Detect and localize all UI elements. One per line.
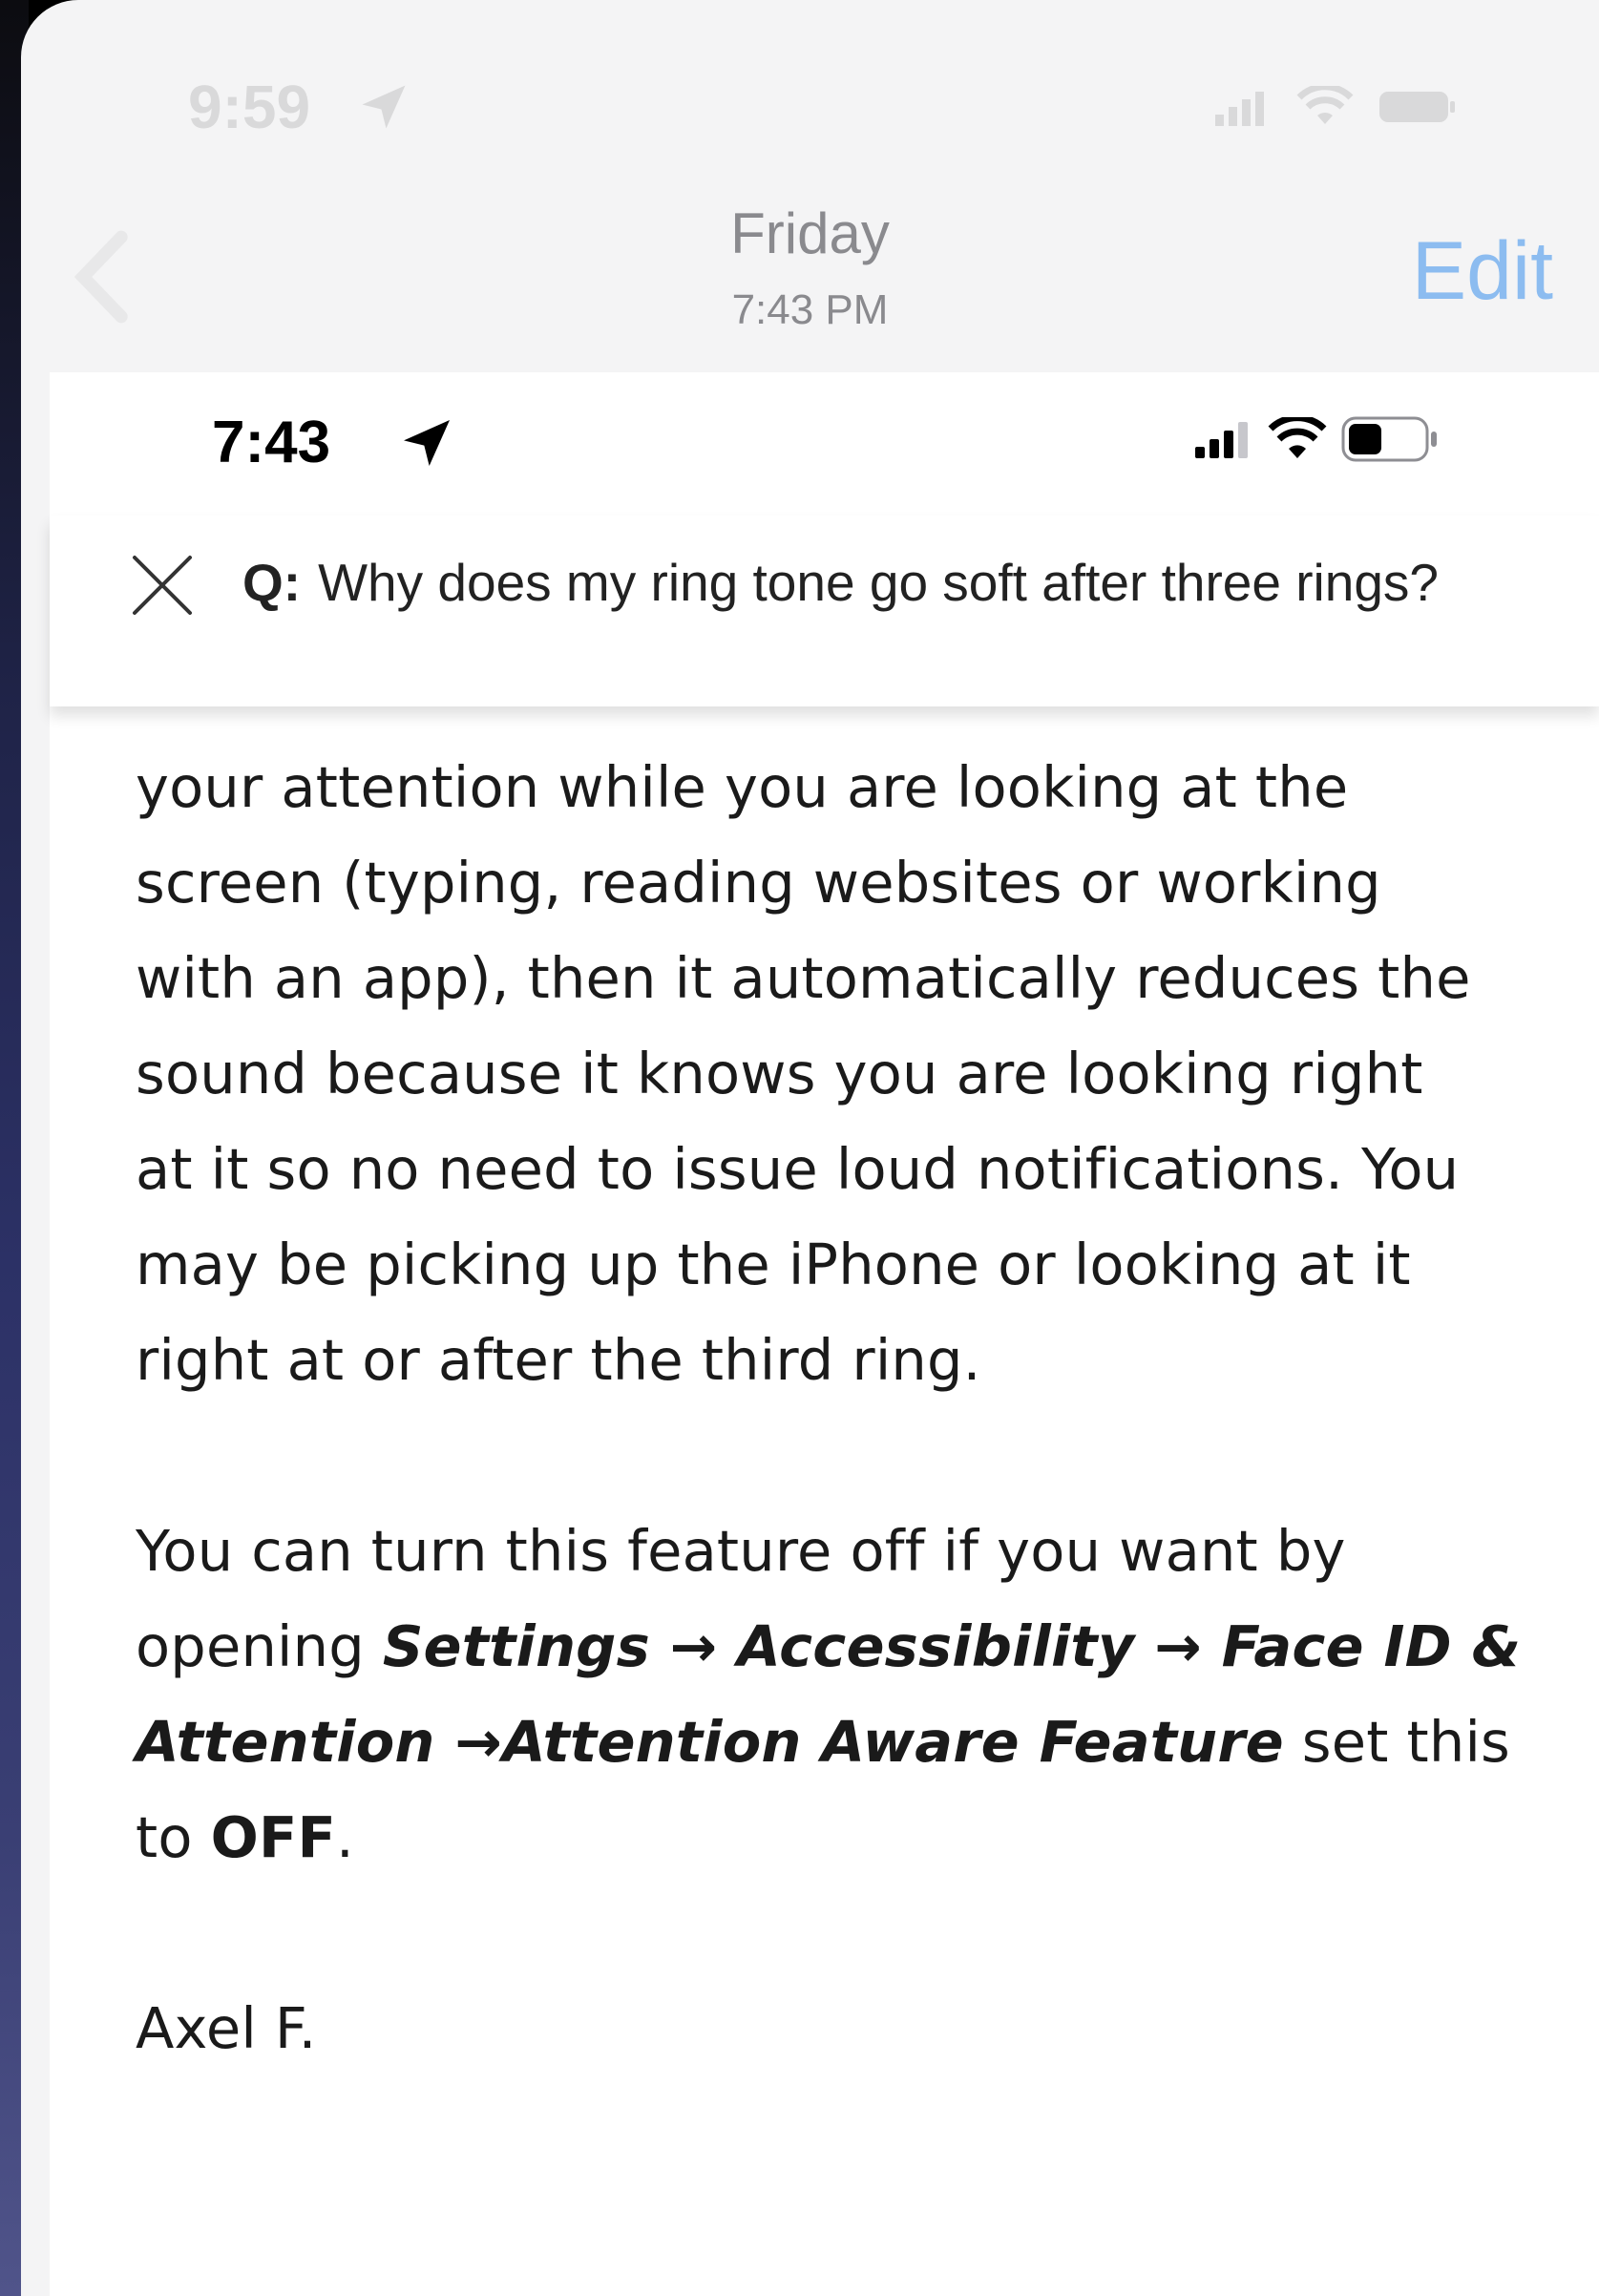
nav-day-title: Friday [730, 201, 890, 265]
answer-text: set this [1283, 1709, 1510, 1775]
settings-path-step: Settings [382, 1613, 650, 1679]
answer-line: may be picking up the iPhone or looking … [136, 1232, 1411, 1297]
close-icon[interactable] [131, 554, 194, 617]
faceid-path-step: Face ID & [1221, 1613, 1522, 1679]
wifi-icon [1296, 86, 1354, 124]
signature: Axel F. [136, 1995, 317, 2061]
photo-viewer: 9:59 Friday 7:43 PM Edit 7:43 Q: Why doe… [21, 0, 1599, 2296]
arrow-separator: → [649, 1613, 738, 1679]
off-value: OFF [210, 1804, 336, 1870]
answer-line: screen (typing, reading websites or work… [136, 850, 1381, 916]
cellular-signal-icon [1195, 422, 1248, 458]
answer-line: You can turn this feature off if you wan… [136, 1518, 1346, 1584]
outer-nav-bar: Friday 7:43 PM Edit [21, 181, 1599, 344]
battery-icon [1341, 416, 1437, 462]
edit-button[interactable]: Edit [1412, 224, 1553, 319]
cellular-signal-icon [1215, 92, 1264, 126]
answer-text: . [335, 1804, 354, 1870]
screenshot-card: 7:43 Q: Why does my ring tone go soft af… [50, 372, 1599, 2296]
answer-line: with an app), then it automatically redu… [136, 945, 1471, 1011]
outer-status-time: 9:59 [188, 73, 311, 141]
answer-line: at it so no need to issue loud notificat… [136, 1136, 1460, 1202]
question-bar: Q: Why does my ring tone go soft after th… [50, 516, 1599, 706]
answer-line: Attention →Attention Aware Feature set t… [136, 1695, 1567, 1790]
answer-line: to OFF. [136, 1790, 1567, 1885]
question-prefix: Q: [242, 553, 302, 612]
attention-aware-path-step: Attention Aware Feature [502, 1709, 1284, 1775]
wifi-icon [1268, 417, 1327, 458]
nav-time-subtitle: 7:43 PM [731, 286, 889, 333]
question-heading: Q: Why does my ring tone go soft after th… [242, 552, 1439, 613]
answer-line: right at or after the third ring. [136, 1327, 981, 1393]
question-text: Why does my ring tone go soft after thre… [318, 553, 1440, 612]
inner-status-bar: 7:43 [50, 372, 1599, 516]
attention-path-step: Attention [136, 1709, 435, 1775]
screen: 9:59 Friday 7:43 PM Edit 7:43 Q: Why doe… [0, 0, 1599, 2296]
answer-text: opening [136, 1613, 383, 1679]
answer-line: sound because it knows you are looking r… [136, 1041, 1423, 1106]
answer-line: opening Settings → Accessibility → Face … [136, 1599, 1567, 1695]
answer-line: your attention while you are looking at … [136, 754, 1349, 820]
inner-status-icons [1195, 414, 1440, 464]
answer-body: your attention while you are looking at … [136, 740, 1567, 2076]
battery-icon [1379, 92, 1455, 122]
outer-status-icons [1215, 86, 1456, 128]
inner-status-time: 7:43 [212, 410, 331, 475]
arrow-separator: → [434, 1709, 503, 1775]
location-arrow-icon [404, 420, 450, 466]
outer-status-bar: 9:59 [21, 57, 1599, 143]
answer-text: to [136, 1804, 211, 1870]
location-arrow-icon [362, 85, 406, 129]
accessibility-path-step: Accessibility [737, 1613, 1135, 1679]
arrow-separator: → [1134, 1613, 1222, 1679]
